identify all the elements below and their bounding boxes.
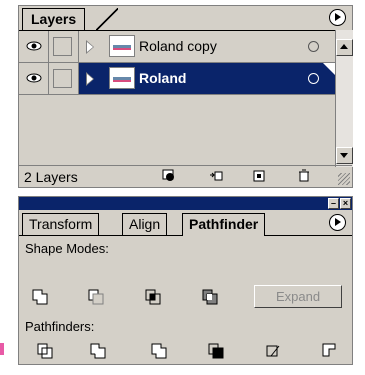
trash-icon[interactable] xyxy=(297,169,311,182)
layers-scrollbar[interactable] xyxy=(335,30,353,167)
make-clipping-mask-icon[interactable] xyxy=(162,169,176,182)
tab-pathfinder[interactable]: Pathfinder xyxy=(182,213,266,236)
tab-edge xyxy=(96,8,118,30)
outline-icon[interactable] xyxy=(265,342,283,360)
layer-name: Roland copy xyxy=(139,38,217,54)
selection-corner-icon xyxy=(323,63,335,75)
tab-layers[interactable]: Layers xyxy=(22,8,86,30)
panel-menu-icon[interactable] xyxy=(329,214,346,231)
expand-button[interactable]: Expand xyxy=(254,285,342,308)
layer-count: 2 Layers xyxy=(24,169,78,185)
visibility-toggle[interactable] xyxy=(19,31,49,62)
lock-toggle[interactable] xyxy=(49,63,79,94)
divide-icon[interactable] xyxy=(36,342,54,360)
lock-box xyxy=(53,69,72,88)
exclude-shape-icon[interactable] xyxy=(201,288,219,306)
pathfinder-panel: – × Transform Align Pathfinder Shape Mod… xyxy=(18,196,353,365)
subtract-shape-icon[interactable] xyxy=(87,288,105,306)
merge-icon[interactable] xyxy=(150,342,168,360)
lock-toggle[interactable] xyxy=(49,31,79,62)
layer-list: Roland copy Roland xyxy=(19,30,335,168)
lock-box xyxy=(53,37,72,56)
minus-back-icon[interactable] xyxy=(321,342,339,360)
panel-menu-icon[interactable] xyxy=(329,9,346,26)
scroll-up-icon[interactable] xyxy=(336,39,353,56)
close-icon[interactable]: × xyxy=(340,198,351,209)
tab-align[interactable]: Align xyxy=(122,213,168,235)
create-sublayer-icon[interactable] xyxy=(209,169,223,182)
new-layer-icon[interactable] xyxy=(252,169,266,182)
pathfinders-label: Pathfinders: xyxy=(25,319,95,334)
layer-name-cell[interactable]: Roland xyxy=(79,63,335,94)
side-marker xyxy=(0,343,4,355)
layers-footer: 2 Layers xyxy=(19,165,352,187)
layers-panel: Layers Roland copy Roland 2 Layers xyxy=(18,5,353,188)
layer-thumbnail xyxy=(109,35,135,57)
add-shape-icon[interactable] xyxy=(31,288,49,306)
tab-transform[interactable]: Transform xyxy=(22,213,100,235)
shape-modes-label: Shape Modes: xyxy=(25,241,109,256)
crop-icon[interactable] xyxy=(207,342,225,360)
visibility-toggle[interactable] xyxy=(19,63,49,94)
layers-tab-row: Layers xyxy=(19,6,352,30)
layer-thumbnail xyxy=(109,67,135,89)
layer-row[interactable]: Roland copy xyxy=(19,31,335,63)
layer-name-cell[interactable]: Roland copy xyxy=(79,31,335,62)
target-circle-icon[interactable] xyxy=(308,73,319,84)
scroll-down-icon[interactable] xyxy=(336,147,353,164)
intersect-shape-icon[interactable] xyxy=(144,288,162,306)
eye-icon xyxy=(26,73,42,83)
resize-grip[interactable] xyxy=(338,173,350,185)
layer-name: Roland xyxy=(139,70,187,86)
expand-triangle-icon[interactable] xyxy=(86,72,94,86)
eye-icon xyxy=(26,41,42,51)
target-circle-icon[interactable] xyxy=(308,41,319,52)
layer-row-selected[interactable]: Roland xyxy=(19,63,335,95)
trim-icon[interactable] xyxy=(89,342,107,360)
pathfinder-tab-row: Transform Align Pathfinder xyxy=(19,211,352,236)
expand-triangle-icon[interactable] xyxy=(86,40,94,54)
minimize-icon[interactable]: – xyxy=(328,198,339,209)
panel-titlebar[interactable]: – × xyxy=(19,197,352,210)
